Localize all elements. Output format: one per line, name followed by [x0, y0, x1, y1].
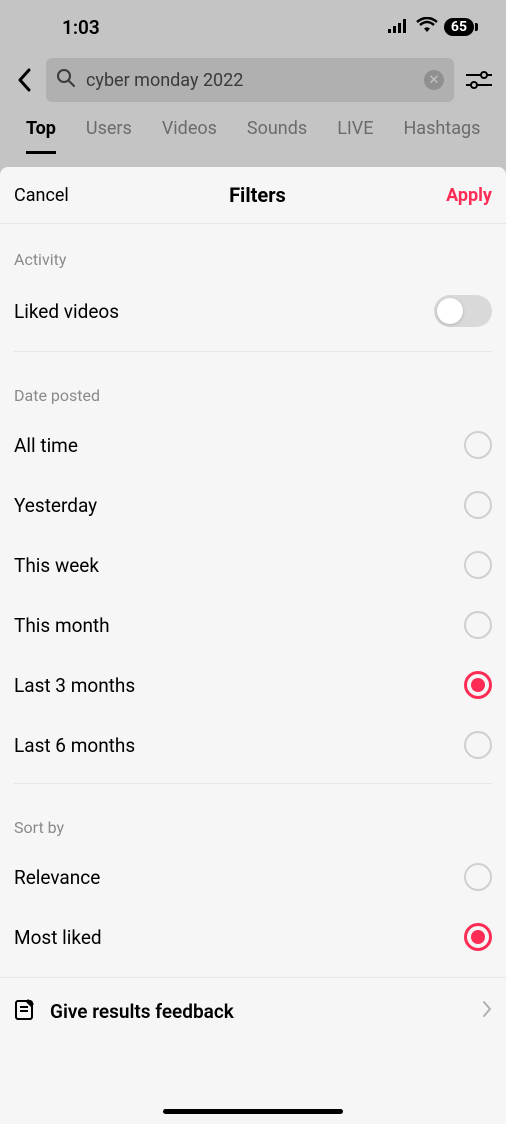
search-text: cyber monday 2022 — [86, 70, 243, 91]
sort-option-most-liked[interactable]: Most liked — [0, 907, 506, 967]
search-row: cyber monday 2022 ✕ — [0, 54, 506, 112]
date-option-yesterday[interactable]: Yesterday — [0, 475, 506, 535]
search-input[interactable]: cyber monday 2022 ✕ — [46, 58, 454, 102]
radio-icon[interactable] — [464, 551, 492, 579]
tab-users[interactable]: Users — [86, 118, 132, 154]
date-option-last-6-months[interactable]: Last 6 months — [0, 715, 506, 775]
sheet-title: Filters — [229, 183, 286, 207]
radio-icon[interactable] — [464, 671, 492, 699]
apply-button[interactable]: Apply — [446, 185, 492, 206]
give-results-feedback[interactable]: Give results feedback — [0, 977, 506, 1045]
tab-hashtags[interactable]: Hashtags — [403, 118, 480, 154]
date-option-this-month[interactable]: This month — [0, 595, 506, 655]
option-label: Most liked — [14, 926, 102, 949]
wifi-icon — [416, 17, 438, 37]
option-label: This week — [14, 554, 99, 577]
liked-videos-toggle[interactable] — [434, 295, 492, 327]
divider — [14, 783, 492, 784]
radio-icon[interactable] — [464, 491, 492, 519]
option-label: Relevance — [14, 866, 100, 889]
feedback-icon — [14, 998, 36, 1025]
clear-search-icon[interactable]: ✕ — [424, 70, 444, 90]
option-label: All time — [14, 434, 78, 457]
search-icon — [56, 68, 76, 92]
section-sort-label: Sort by — [0, 792, 506, 847]
liked-videos-label: Liked videos — [14, 300, 119, 323]
liked-videos-row[interactable]: Liked videos — [0, 279, 506, 343]
radio-icon[interactable] — [464, 611, 492, 639]
tab-live[interactable]: LIVE — [337, 118, 373, 154]
section-activity-label: Activity — [0, 224, 506, 279]
chevron-right-icon — [482, 1000, 492, 1023]
status-time: 1:03 — [62, 16, 100, 39]
radio-icon[interactable] — [464, 863, 492, 891]
filter-settings-button[interactable] — [464, 70, 494, 90]
section-date-label: Date posted — [0, 360, 506, 415]
search-tabs: Top Users Videos Sounds LIVE Hashtags — [0, 112, 506, 154]
filters-sheet: Cancel Filters Apply Activity Liked vide… — [0, 167, 506, 1124]
status-right: 65 — [388, 17, 474, 37]
status-bar: 1:03 65 — [0, 0, 506, 54]
feedback-label: Give results feedback — [50, 1000, 234, 1023]
option-label: Last 6 months — [14, 734, 135, 757]
divider — [14, 351, 492, 352]
date-option-last-3-months[interactable]: Last 3 months — [0, 655, 506, 715]
date-option-this-week[interactable]: This week — [0, 535, 506, 595]
cellular-signal-icon — [388, 18, 410, 37]
radio-icon[interactable] — [464, 731, 492, 759]
option-label: This month — [14, 614, 110, 637]
tab-videos[interactable]: Videos — [162, 118, 217, 154]
back-button[interactable] — [12, 68, 36, 92]
tab-top[interactable]: Top — [26, 118, 56, 154]
option-label: Yesterday — [14, 494, 97, 517]
sheet-header: Cancel Filters Apply — [0, 167, 506, 224]
home-indicator[interactable] — [163, 1109, 343, 1114]
option-label: Last 3 months — [14, 674, 135, 697]
sort-option-relevance[interactable]: Relevance — [0, 847, 506, 907]
radio-icon[interactable] — [464, 923, 492, 951]
radio-icon[interactable] — [464, 431, 492, 459]
battery-level-badge: 65 — [444, 18, 474, 36]
cancel-button[interactable]: Cancel — [14, 185, 69, 206]
date-option-all-time[interactable]: All time — [0, 415, 506, 475]
tab-sounds[interactable]: Sounds — [247, 118, 307, 154]
